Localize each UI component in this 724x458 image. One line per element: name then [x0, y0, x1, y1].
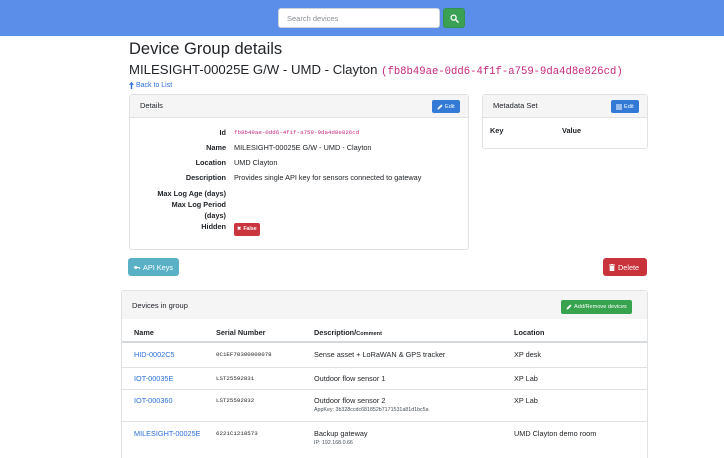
device-location: XP Lab — [514, 374, 538, 383]
add-remove-devices-label: Add/Remove devices — [574, 304, 627, 310]
key-icon — [134, 265, 140, 269]
hidden-key: Hidden — [201, 222, 226, 231]
metadata-card: Metadata Set Edit Key Value — [482, 94, 648, 149]
location-key: Location — [195, 158, 226, 167]
column-header-name: Name — [134, 328, 154, 337]
device-serial: LST25592832 — [216, 397, 255, 404]
group-name-heading: MILESIGHT-00025E G/W - UMD - Clayton (fb… — [129, 62, 623, 78]
delete-label: Delete — [618, 262, 640, 272]
group-id: (fb8b49ae-0dd6-4f1f-a759-9da4d8e826cd) — [381, 66, 623, 78]
top-navbar — [0, 0, 724, 36]
column-header-serial: Serial Number — [216, 328, 266, 337]
table-header-divider — [122, 341, 647, 343]
metadata-card-title: Metadata Set — [493, 101, 538, 110]
device-description: Backup gateway — [314, 429, 368, 438]
max-log-period-key-unit: (days) — [204, 211, 227, 220]
id-key: Id — [219, 128, 227, 137]
add-remove-devices-button[interactable]: Add/Remove devices — [561, 300, 632, 314]
device-name-link[interactable]: IOT-00035E — [134, 374, 173, 384]
back-to-list-link[interactable]: Back to List — [129, 82, 172, 89]
column-header-description: Description/Comment — [314, 328, 382, 337]
device-comment: IP: 192.168.0.66 — [314, 440, 353, 446]
row-divider — [122, 389, 647, 390]
device-description: Outdoor flow sensor 2 — [314, 396, 386, 405]
group-name: MILESIGHT-00025E G/W - UMD - Clayton — [129, 62, 378, 77]
api-keys-label: API Keys — [142, 262, 173, 272]
device-serial: 6221C1218573 — [216, 430, 258, 437]
device-name-link[interactable]: HID-0002C5 — [134, 350, 175, 360]
device-description-cell: Backup gateway IP: 192.168.0.66 — [314, 429, 368, 448]
name-key: Name — [206, 143, 226, 152]
device-description-cell: Outdoor flow sensor 2 AppKey: 3b328ccdc6… — [314, 396, 429, 415]
hidden-status-badge: ✖ False — [234, 223, 260, 236]
device-description: Outdoor flow sensor 1 — [314, 374, 386, 383]
search-input[interactable] — [278, 8, 440, 28]
metadata-card-header: Metadata Set Edit — [483, 95, 647, 118]
pencil-icon — [566, 304, 572, 310]
api-keys-button[interactable]: API Keys — [128, 258, 179, 276]
edit-metadata-button[interactable]: Edit — [611, 100, 639, 113]
device-comment: AppKey: 3b328ccdc681852b7171531a81d1bc5a — [314, 407, 429, 413]
back-to-list-label: Back to List — [136, 82, 173, 89]
hidden-status-label: False — [243, 226, 257, 232]
device-serial: 0C1EF70300000078 — [216, 351, 272, 358]
device-location: XP Lab — [514, 396, 538, 405]
arrow-up-icon — [129, 82, 134, 89]
device-name-link[interactable]: IOT-000360 — [134, 396, 173, 406]
delete-button[interactable]: Delete — [603, 258, 647, 276]
max-log-age-key: Max Log Age (days) — [157, 189, 226, 198]
device-location: UMD Clayton demo room — [514, 429, 597, 438]
trash-icon — [609, 263, 615, 271]
details-card-header: Details Edit — [130, 95, 468, 118]
metadata-key-header: Key — [490, 126, 504, 135]
edit-details-button[interactable]: Edit — [432, 100, 460, 113]
search-button[interactable] — [443, 8, 465, 28]
pencil-icon — [437, 104, 443, 109]
search-icon — [449, 13, 459, 23]
device-name-link[interactable]: MILESIGHT-00025E — [134, 429, 201, 439]
details-card-title: Details — [140, 101, 163, 110]
metadata-value-header: Value — [562, 126, 582, 135]
devices-card-header: Devices in group Add/Remove devices — [122, 291, 647, 319]
column-header-description-label: Description/ — [314, 328, 357, 337]
row-divider — [122, 421, 647, 422]
max-log-period-key: Max Log Period — [171, 200, 226, 209]
device-serial: LST25592831 — [216, 375, 255, 382]
id-value: fb8b49ae-0dd6-4f1f-a759-9da4d8e826cd — [234, 129, 360, 136]
description-key: Description — [185, 173, 226, 182]
name-value: MILESIGHT-00025E G/W - UMD - Clayton — [234, 143, 372, 152]
column-header-comment-label: Comment — [356, 331, 382, 337]
list-icon — [616, 104, 622, 109]
device-location: XP desk — [514, 350, 542, 359]
device-description: Sense asset + LoRaWAN & GPS tracker — [314, 350, 446, 359]
edit-metadata-label: Edit — [624, 103, 634, 110]
row-divider — [122, 367, 647, 368]
devices-card-title: Devices in group — [132, 301, 188, 310]
devices-card: Devices in group Add/Remove devices Name… — [121, 290, 648, 458]
edit-details-label: Edit — [445, 103, 455, 110]
description-value: Provides single API key for sensors conn… — [234, 173, 422, 182]
details-card: Details Edit Id fb8b49ae-0dd6-4f1f-a759-… — [129, 94, 469, 250]
page-title: Device Group details — [129, 40, 283, 58]
column-header-location: Location — [514, 328, 545, 337]
hidden-value: ✖ False — [234, 222, 260, 236]
close-icon: ✖ — [237, 226, 242, 232]
location-value: UMD Clayton — [234, 158, 278, 167]
